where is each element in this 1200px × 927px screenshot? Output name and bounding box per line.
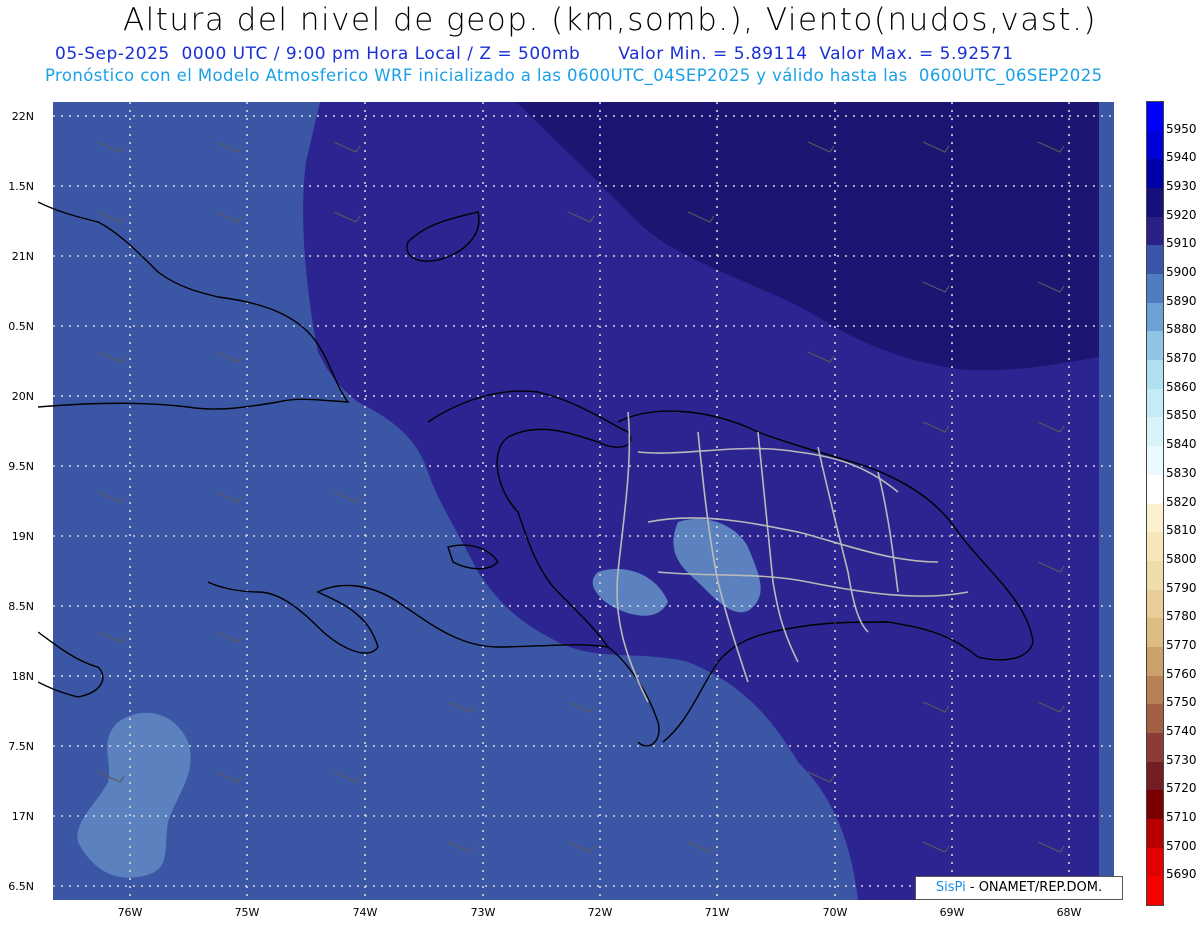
lat-label: 19N	[11, 530, 34, 543]
lon-label: 72W	[587, 906, 613, 919]
colorbar-segment	[1147, 388, 1163, 418]
colorbar-label: 5760	[1166, 666, 1197, 681]
model-info-line: Pronóstico con el Modelo Atmosferico WRF…	[45, 66, 1103, 85]
lon-label: 75W	[234, 906, 260, 919]
lon-label: 71W	[704, 906, 730, 919]
colorbar-label: 5860	[1166, 379, 1197, 394]
lon-label: 68W	[1056, 906, 1082, 919]
lat-label: 0.5N	[8, 320, 34, 333]
colorbar-segment	[1147, 331, 1163, 361]
map-title: Altura del nivel de geop. (km,somb.), Vi…	[122, 2, 1098, 38]
colorbar-segment	[1147, 818, 1163, 849]
colorbar-label: 5870	[1166, 351, 1197, 366]
colorbar-segment	[1147, 646, 1163, 677]
colorbar-segment	[1147, 216, 1163, 246]
lat-label: 6.5N	[8, 880, 34, 893]
colorbar-label: 5740	[1166, 723, 1197, 738]
lon-label: 69W	[939, 906, 965, 919]
colorbar-label: 5790	[1166, 580, 1197, 595]
credit-logo: SisPi	[935, 880, 966, 895]
colorbar-label: 5850	[1166, 408, 1197, 423]
colorbar-segment	[1147, 188, 1163, 218]
colorbar-label: 5810	[1166, 523, 1197, 538]
colorbar-segment	[1147, 532, 1163, 562]
colorbar-label: 5700	[1166, 838, 1197, 853]
colorbar-label: 5910	[1166, 236, 1197, 251]
colorbar-segment	[1147, 560, 1163, 591]
colorbar-label: 5930	[1166, 179, 1197, 194]
colorbar-segment	[1147, 102, 1163, 132]
colorbar-label: 5920	[1166, 207, 1197, 222]
credit-text: - ONAMET/REP.DOM.	[965, 880, 1103, 895]
colorbar-label: 5900	[1166, 265, 1197, 280]
colorbar-segment	[1147, 847, 1163, 877]
colorbar-label: 5840	[1166, 437, 1197, 452]
lat-label: 1.5N	[8, 180, 34, 193]
min-max-values: Valor Min. = 5.89114 Valor Max. = 5.9257…	[618, 44, 1014, 64]
colorbar-segment	[1147, 675, 1163, 705]
valid-time: 05-Sep-2025 0000 UTC / 9:00 pm Hora Loca…	[55, 44, 581, 64]
valid-time-line: 05-Sep-2025 0000 UTC / 9:00 pm Hora Loca…	[55, 44, 1013, 64]
colorbar-label: 5880	[1166, 322, 1197, 337]
colorbar-label: 5770	[1166, 637, 1197, 652]
lon-label: 70W	[822, 906, 848, 919]
lon-label: 74W	[352, 906, 378, 919]
colorbar-label: 5830	[1166, 465, 1197, 480]
map-panel	[37, 102, 1114, 900]
colorbar	[1146, 101, 1164, 906]
colorbar-label: 5750	[1166, 695, 1197, 710]
lat-label: 8.5N	[8, 600, 34, 613]
lat-label: 18N	[11, 670, 34, 683]
lon-label: 73W	[470, 906, 496, 919]
lat-label: 20N	[11, 390, 34, 403]
colorbar-segment	[1147, 503, 1163, 533]
colorbar-segment	[1147, 446, 1163, 476]
colorbar-label: 5820	[1166, 494, 1197, 509]
lat-label: 21N	[11, 250, 34, 263]
colorbar-segment	[1147, 732, 1163, 763]
credit-box: SisPi - ONAMET/REP.DOM.	[915, 876, 1123, 900]
colorbar-segment	[1147, 159, 1163, 189]
lat-label: 17N	[11, 810, 34, 823]
lat-label: 22N	[11, 110, 34, 123]
colorbar-segment	[1147, 761, 1163, 791]
colorbar-label: 5730	[1166, 752, 1197, 767]
colorbar-label: 5720	[1166, 781, 1197, 796]
colorbar-segment	[1147, 704, 1163, 734]
colorbar-label: 5780	[1166, 609, 1197, 624]
colorbar-segment	[1147, 417, 1163, 447]
colorbar-label: 5690	[1166, 867, 1197, 882]
colorbar-label: 5800	[1166, 551, 1197, 566]
geopotential-map	[37, 102, 1114, 900]
colorbar-label: 5950	[1166, 121, 1197, 136]
colorbar-segment	[1147, 618, 1163, 648]
lat-label: 9.5N	[8, 460, 34, 473]
colorbar-segment	[1147, 245, 1163, 275]
colorbar-label: 5890	[1166, 293, 1197, 308]
colorbar-segment	[1147, 130, 1163, 160]
colorbar-label: 5710	[1166, 809, 1197, 824]
colorbar-label: 5940	[1166, 150, 1197, 165]
colorbar-segment	[1147, 302, 1163, 332]
lat-label: 7.5N	[8, 740, 34, 753]
colorbar-segment	[1147, 790, 1163, 820]
colorbar-segment	[1147, 274, 1163, 304]
colorbar-segment	[1147, 589, 1163, 619]
colorbar-segment	[1147, 876, 1163, 906]
colorbar-segment	[1147, 474, 1163, 504]
lon-label: 76W	[117, 906, 143, 919]
colorbar-segment	[1147, 360, 1163, 390]
